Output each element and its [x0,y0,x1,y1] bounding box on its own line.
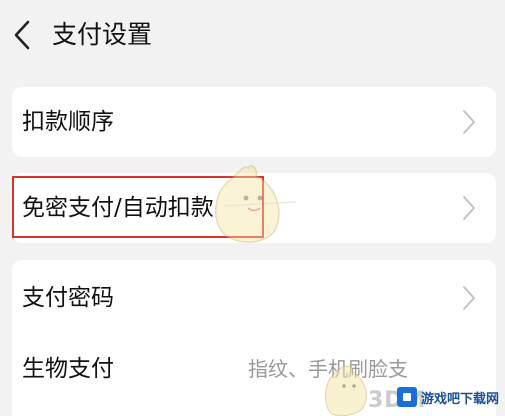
back-button[interactable] [10,18,36,52]
payment-security-card: 支付密码 生物支付 指纹、手机刷脸支 [12,260,496,416]
chevron-left-icon [14,20,30,50]
chevron-right-icon [463,110,475,134]
biometric-payment-row[interactable]: 生物支付 指纹、手机刷脸支 [12,336,496,406]
biometric-payment-label: 生物支付 [22,356,114,382]
top-bar: 支付设置 [0,0,505,70]
deduction-order-card: 扣款顺序 [12,87,496,157]
chevron-right-icon [463,196,475,220]
biometric-payment-value: 指纹、手机刷脸支 [248,357,408,381]
chevron-right-icon [463,286,475,310]
password-free-payment-row[interactable]: 免密支付/自动扣款 [12,173,496,243]
password-free-payment-label: 免密支付/自动扣款 [22,195,214,221]
payment-password-label: 支付密码 [22,285,114,311]
deduction-order-row[interactable]: 扣款顺序 [12,87,496,157]
password-free-card: 免密支付/自动扣款 [12,173,496,243]
deduction-order-label: 扣款顺序 [22,109,114,135]
payment-password-row[interactable]: 支付密码 [12,260,496,336]
page-title: 支付设置 [52,20,153,49]
